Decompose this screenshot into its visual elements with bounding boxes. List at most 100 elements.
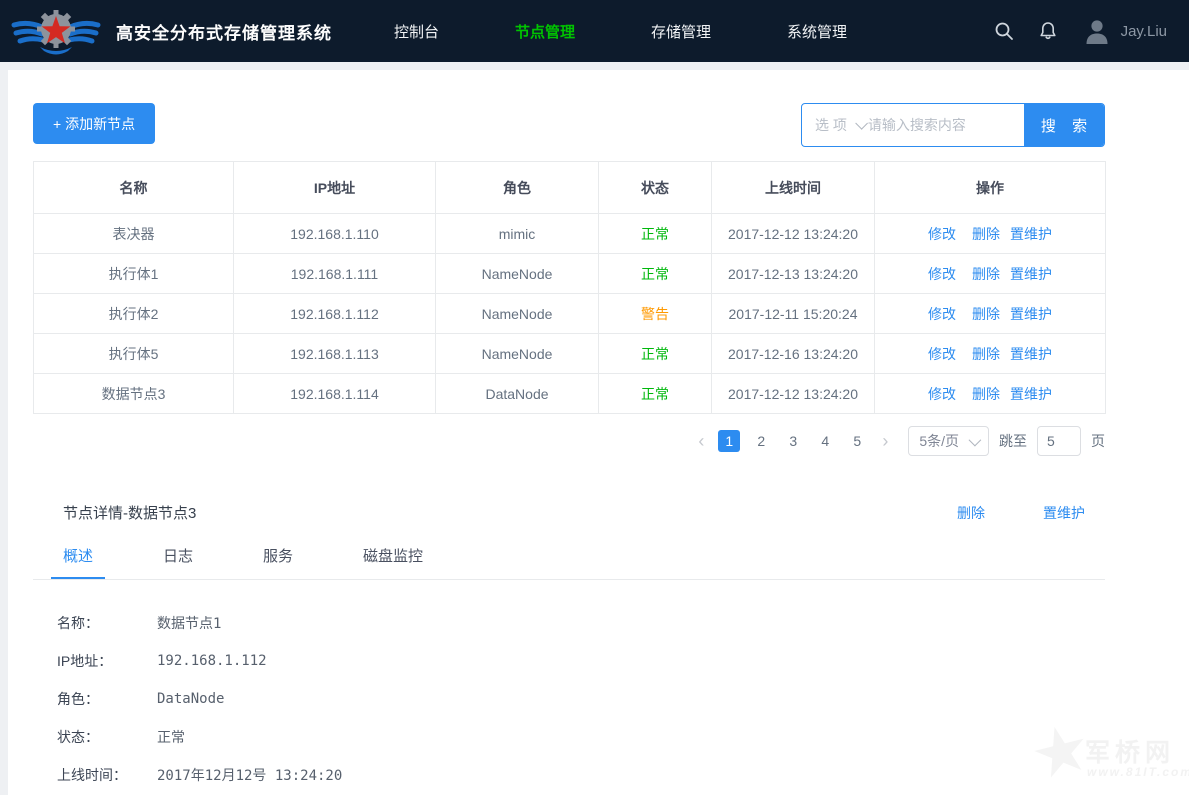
search-option-label: 选 项 xyxy=(815,115,847,135)
status-badge: 警告 xyxy=(599,294,712,334)
field-name: 名称： 数据节点1 xyxy=(57,604,1105,642)
jump-page-input[interactable] xyxy=(1037,426,1081,456)
cell-time: 2017-12-13 13:24:20 xyxy=(712,254,875,294)
cell-name: 执行体2 xyxy=(34,294,234,334)
field-online-time: 上线时间： 2017年12月12号 13:24:20 xyxy=(57,756,1105,794)
delete-link[interactable]: 删除 xyxy=(972,226,1000,242)
delete-link[interactable]: 删除 xyxy=(972,346,1000,362)
page-2[interactable]: 2 xyxy=(750,430,772,452)
search-option-select[interactable]: 选 项 xyxy=(802,104,864,146)
detail-header: 节点详情-数据节点3 删除 置维护 xyxy=(33,502,1105,523)
nav-item-system-management[interactable]: 系统管理 xyxy=(787,21,847,42)
bell-icon[interactable] xyxy=(1038,21,1058,41)
field-ip: IP地址： 192.168.1.112 xyxy=(57,642,1105,680)
maintain-link[interactable]: 置维护 xyxy=(1010,386,1052,402)
col-online-time: 上线时间 xyxy=(712,162,875,214)
tab-services[interactable]: 服务 xyxy=(263,545,293,579)
cell-name: 数据节点3 xyxy=(34,374,234,414)
status-badge: 正常 xyxy=(599,254,712,294)
delete-link[interactable]: 删除 xyxy=(972,306,1000,322)
nav-item-console[interactable]: 控制台 xyxy=(394,21,439,42)
edit-link[interactable]: 修改 xyxy=(928,226,956,242)
col-ip: IP地址 xyxy=(234,162,436,214)
table-row: 执行体5 192.168.1.113 NameNode 正常 2017-12-1… xyxy=(34,334,1106,374)
cell-time: 2017-12-11 15:20:24 xyxy=(712,294,875,334)
app-title: 高安全分布式存储管理系统 xyxy=(116,19,332,44)
status-badge: 正常 xyxy=(599,214,712,254)
cell-time: 2017-12-12 13:24:20 xyxy=(712,374,875,414)
edit-link[interactable]: 修改 xyxy=(928,306,956,322)
detail-tabs: 概述 日志 服务 磁盘监控 xyxy=(63,545,1105,579)
status-badge: 正常 xyxy=(599,374,712,414)
page-1[interactable]: 1 xyxy=(718,430,740,452)
cell-name: 执行体1 xyxy=(34,254,234,294)
top-navbar: 高安全分布式存储管理系统 控制台 节点管理 存储管理 系统管理 Jay.Liu xyxy=(0,0,1189,62)
edit-link[interactable]: 修改 xyxy=(928,346,956,362)
edit-link[interactable]: 修改 xyxy=(928,386,956,402)
maintain-link[interactable]: 置维护 xyxy=(1010,346,1052,362)
pagination: ‹ 1 2 3 4 5 › 5条/页 跳至 页 xyxy=(33,426,1105,456)
maintain-link[interactable]: 置维护 xyxy=(1010,266,1052,282)
cell-ip: 192.168.1.111 xyxy=(234,254,436,294)
cell-role: NameNode xyxy=(436,254,599,294)
prev-page-icon[interactable]: ‹ xyxy=(694,431,708,451)
maintain-link[interactable]: 置维护 xyxy=(1010,226,1052,242)
detail-delete-link[interactable]: 删除 xyxy=(957,503,985,523)
app-logo-icon xyxy=(10,5,102,57)
page-4[interactable]: 4 xyxy=(814,430,836,452)
main-nav: 控制台 节点管理 存储管理 系统管理 xyxy=(394,21,847,42)
jump-suffix: 页 xyxy=(1091,431,1105,451)
user-menu[interactable]: Jay.Liu xyxy=(1082,16,1167,46)
user-name: Jay.Liu xyxy=(1121,23,1167,40)
col-name: 名称 xyxy=(34,162,234,214)
cell-name: 执行体5 xyxy=(34,334,234,374)
delete-link[interactable]: 删除 xyxy=(972,386,1000,402)
add-node-button[interactable]: + 添加新节点 xyxy=(33,103,155,144)
detail-title: 节点详情-数据节点3 xyxy=(63,502,196,523)
detail-fields: 名称： 数据节点1 IP地址： 192.168.1.112 角色： DataNo… xyxy=(57,604,1105,794)
col-status: 状态 xyxy=(599,162,712,214)
page-5[interactable]: 5 xyxy=(846,430,868,452)
cell-ip: 192.168.1.114 xyxy=(234,374,436,414)
main-panel: + 添加新节点 选 项 搜 索 名称 IP地址 角色 状态 上线时间 xyxy=(8,70,1189,795)
nav-item-storage-management[interactable]: 存储管理 xyxy=(651,21,711,42)
cell-time: 2017-12-12 13:24:20 xyxy=(712,214,875,254)
detail-maintain-link[interactable]: 置维护 xyxy=(1043,503,1085,523)
next-page-icon[interactable]: › xyxy=(878,431,892,451)
cell-name: 表决器 xyxy=(34,214,234,254)
cell-role: NameNode xyxy=(436,334,599,374)
search-icon[interactable] xyxy=(994,21,1014,41)
page-size-label: 5条/页 xyxy=(919,431,959,451)
cell-ip: 192.168.1.110 xyxy=(234,214,436,254)
col-actions: 操作 xyxy=(875,162,1106,214)
tab-disk-monitor[interactable]: 磁盘监控 xyxy=(363,545,423,579)
avatar xyxy=(1082,16,1112,46)
table-header-row: 名称 IP地址 角色 状态 上线时间 操作 xyxy=(34,162,1106,214)
status-badge: 正常 xyxy=(599,334,712,374)
cell-ip: 192.168.1.112 xyxy=(234,294,436,334)
tab-divider xyxy=(33,579,1105,580)
page-3[interactable]: 3 xyxy=(782,430,804,452)
search-button[interactable]: 搜 索 xyxy=(1024,104,1104,146)
field-role: 角色： DataNode xyxy=(57,680,1105,718)
edit-link[interactable]: 修改 xyxy=(928,266,956,282)
toolbar: + 添加新节点 选 项 搜 索 xyxy=(33,103,1105,147)
delete-link[interactable]: 删除 xyxy=(972,266,1000,282)
maintain-link[interactable]: 置维护 xyxy=(1010,306,1052,322)
table-row: 执行体2 192.168.1.112 NameNode 警告 2017-12-1… xyxy=(34,294,1106,334)
col-role: 角色 xyxy=(436,162,599,214)
table-row: 数据节点3 192.168.1.114 DataNode 正常 2017-12-… xyxy=(34,374,1106,414)
cell-ip: 192.168.1.113 xyxy=(234,334,436,374)
search-input[interactable] xyxy=(864,104,1024,146)
node-table: 名称 IP地址 角色 状态 上线时间 操作 表决器 192.168.1.110 … xyxy=(33,161,1106,414)
table-row: 执行体1 192.168.1.111 NameNode 正常 2017-12-1… xyxy=(34,254,1106,294)
cell-role: DataNode xyxy=(436,374,599,414)
cell-role: NameNode xyxy=(436,294,599,334)
tab-overview[interactable]: 概述 xyxy=(63,545,93,579)
cell-time: 2017-12-16 13:24:20 xyxy=(712,334,875,374)
field-status: 状态： 正常 xyxy=(57,718,1105,756)
table-row: 表决器 192.168.1.110 mimic 正常 2017-12-12 13… xyxy=(34,214,1106,254)
tab-logs[interactable]: 日志 xyxy=(163,545,193,579)
nav-item-node-management[interactable]: 节点管理 xyxy=(515,21,575,42)
page-size-select[interactable]: 5条/页 xyxy=(908,426,989,456)
